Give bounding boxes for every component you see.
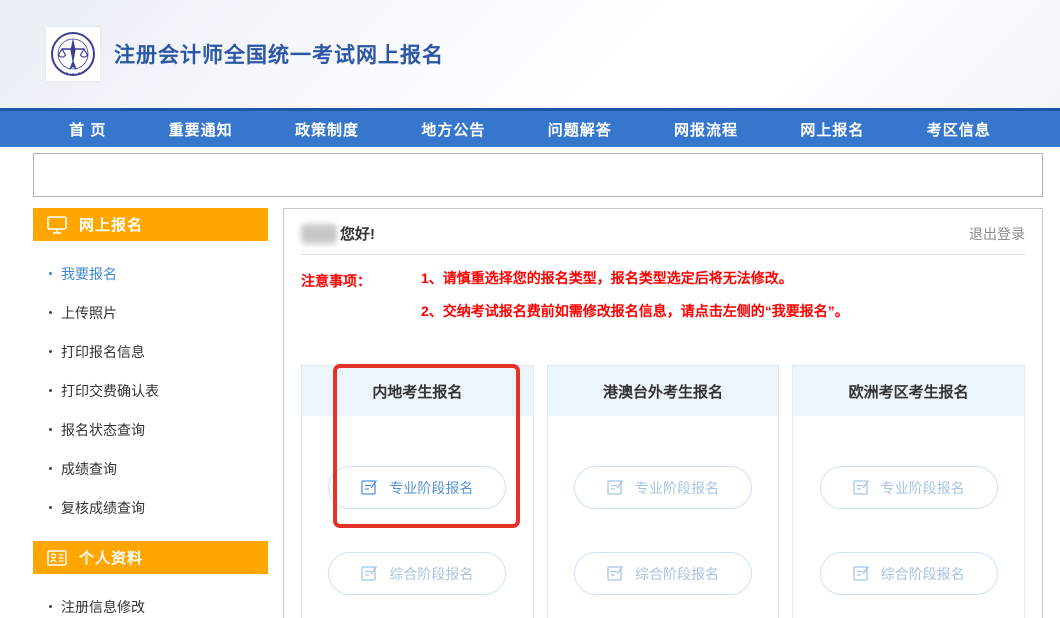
edit-document-icon: [607, 565, 624, 582]
edit-document-icon: [361, 479, 378, 496]
professional-stage-button-europe[interactable]: 专业阶段报名: [820, 466, 998, 509]
sidebar-menu: 我要报名 上传照片 打印报名信息 打印交费确认表 报名状态查询 成绩查询 复核成…: [33, 241, 268, 541]
greeting-row: 您好! 退出登录: [301, 209, 1025, 255]
notice-item-2: 2、交纳考试报名费前如需修改报名信息，请点击左侧的“我要报名”。: [421, 304, 849, 318]
cicpa-logo: [46, 27, 100, 81]
notice-block: 注意事项： 1、请慎重选择您的报名类型，报名类型选定后将无法修改。 2、交纳考试…: [301, 271, 1025, 337]
sidebar-menu-2: 注册信息修改: [33, 574, 268, 618]
nav-item-faq[interactable]: 问题解答: [548, 119, 612, 140]
monitor-icon: [47, 216, 67, 234]
nav-item-local-announcements[interactable]: 地方公告: [421, 119, 485, 140]
sidebar: 网上报名 我要报名 上传照片 打印报名信息 打印交费确认表 报名状态查询 成绩查…: [33, 208, 268, 618]
comprehensive-stage-button-mainland[interactable]: 综合阶段报名: [328, 552, 506, 595]
sidebar-section-personal-info: 个人资料: [33, 541, 268, 574]
id-card-icon: [47, 550, 67, 566]
button-label: 综合阶段报名: [635, 564, 719, 584]
nav-item-exam-area-info[interactable]: 考区信息: [927, 119, 991, 140]
card-title: 内地考生报名: [302, 366, 533, 416]
banner-box: [33, 153, 1043, 197]
masked-username: [301, 224, 337, 244]
nav-item-registration-process[interactable]: 网报流程: [674, 119, 738, 140]
card-title: 港澳台外考生报名: [548, 366, 779, 416]
button-label: 综合阶段报名: [881, 564, 965, 584]
edit-document-icon: [853, 565, 870, 582]
button-label: 专业阶段报名: [635, 478, 719, 498]
sidebar-item-registration-status[interactable]: 报名状态查询: [33, 410, 268, 449]
sidebar-section-online-registration: 网上报名: [33, 208, 268, 241]
nav-item-notices[interactable]: 重要通知: [169, 119, 233, 140]
edit-document-icon: [361, 565, 378, 582]
main-nav: 首 页 重要通知 政策制度 地方公告 问题解答 网报流程 网上报名 考区信息: [0, 108, 1060, 147]
comprehensive-stage-button-hmt[interactable]: 综合阶段报名: [574, 552, 752, 595]
card-hk-macao-taiwan-foreign-candidates: 港澳台外考生报名 专业阶段报名: [547, 365, 780, 618]
content-area: 网上报名 我要报名 上传照片 打印报名信息 打印交费确认表 报名状态查询 成绩查…: [33, 208, 1043, 618]
card-europe-exam-area-candidates: 欧洲考区考生报名 专业阶段报名: [792, 365, 1025, 618]
nav-item-home[interactable]: 首 页: [69, 119, 106, 140]
sidebar-item-print-registration-info[interactable]: 打印报名信息: [33, 332, 268, 371]
sidebar-item-modify-registration-info[interactable]: 注册信息修改: [33, 587, 268, 618]
comprehensive-stage-button-europe[interactable]: 综合阶段报名: [820, 552, 998, 595]
sidebar-item-print-payment-confirmation[interactable]: 打印交费确认表: [33, 371, 268, 410]
sidebar-section-title: 网上报名: [79, 214, 143, 235]
sidebar-item-apply[interactable]: 我要报名: [33, 254, 268, 293]
button-label: 专业阶段报名: [881, 478, 965, 498]
sidebar-section-title: 个人资料: [79, 547, 143, 568]
page-header: 注册会计师全国统一考试网上报名: [0, 0, 1060, 108]
notice-item-1: 1、请慎重选择您的报名类型，报名类型选定后将无法修改。: [421, 271, 849, 285]
registration-cards: 内地考生报名 专业阶段报名: [301, 365, 1025, 618]
main-panel: 您好! 退出登录 注意事项： 1、请慎重选择您的报名类型，报名类型选定后将无法修…: [283, 208, 1043, 618]
nav-item-policies[interactable]: 政策制度: [295, 119, 359, 140]
professional-stage-button-hmt[interactable]: 专业阶段报名: [574, 466, 752, 509]
nav-item-online-registration[interactable]: 网上报名: [800, 119, 864, 140]
greeting-text: 您好!: [340, 223, 375, 244]
cicpa-seal-icon: [49, 30, 97, 78]
button-label: 专业阶段报名: [389, 478, 473, 498]
sidebar-item-upload-photo[interactable]: 上传照片: [33, 293, 268, 332]
sidebar-item-score-query[interactable]: 成绩查询: [33, 449, 268, 488]
page-title: 注册会计师全国统一考试网上报名: [114, 39, 444, 69]
edit-document-icon: [607, 479, 624, 496]
sidebar-item-score-review-query[interactable]: 复核成绩查询: [33, 488, 268, 527]
logout-link[interactable]: 退出登录: [969, 224, 1025, 244]
notice-label: 注意事项：: [301, 271, 371, 337]
button-label: 综合阶段报名: [389, 564, 473, 584]
edit-document-icon: [853, 479, 870, 496]
card-title: 欧洲考区考生报名: [793, 366, 1024, 416]
card-mainland-candidates: 内地考生报名 专业阶段报名: [301, 365, 534, 618]
professional-stage-button-mainland[interactable]: 专业阶段报名: [328, 466, 506, 509]
